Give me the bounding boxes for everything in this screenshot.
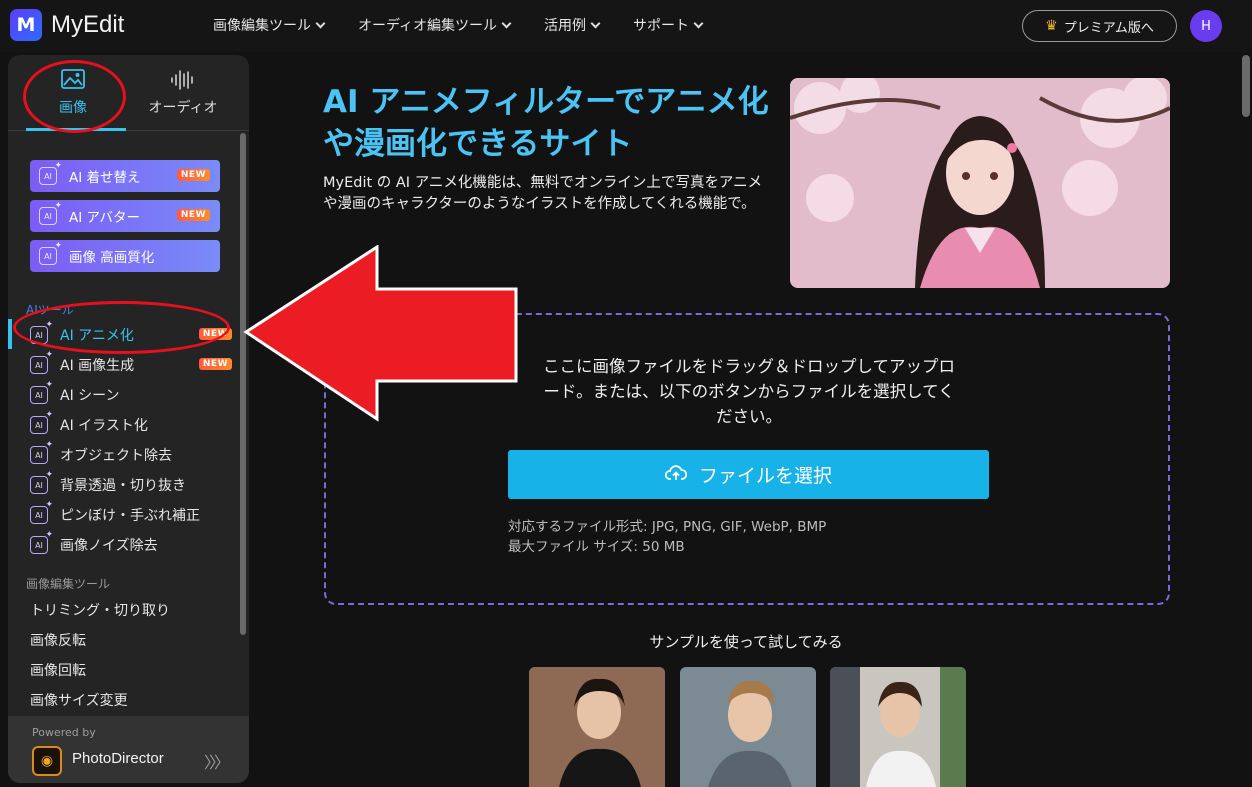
nav-label: 画像編集ツール [213, 18, 311, 34]
ai-sparkle-icon: AI [39, 201, 62, 225]
sidebar-item-ai-scene[interactable]: AI AI シーン [30, 380, 230, 407]
chevron-down-icon [501, 18, 512, 28]
ai-sparkle-icon: AI [30, 470, 53, 494]
sidebar-item-label: 画像ノイズ除去 [60, 538, 158, 554]
powered-by-label: Powered by [32, 726, 96, 739]
myedit-logo[interactable]: M MyEdit [10, 9, 124, 41]
upload-instruction-text: ここに画像ファイルをドラッグ＆ドロップしてアップロード。または、以下のボタンから… [542, 357, 955, 426]
nav-label: サポート [633, 18, 690, 34]
nav-image-tools[interactable]: 画像編集ツール [213, 15, 326, 35]
hero-anime-image [790, 78, 1170, 288]
sidebar-item-label: AI 画像生成 [60, 358, 135, 374]
annotation-arrow-icon [243, 245, 518, 422]
max-file-size: 最大ファイル サイズ: 50 MB [508, 539, 685, 555]
page-description: MyEdit の AI アニメ化機能は、無料でオンライン上で写真をアニメや漫画の… [323, 175, 763, 212]
premium-button[interactable]: ♛ プレミアム版へ [1022, 10, 1177, 42]
chevron-down-icon [590, 18, 601, 28]
tab-audio[interactable]: オーディオ [128, 69, 238, 117]
sidebar-item-ai-illustration[interactable]: AI AI イラスト化 [30, 410, 230, 437]
edit-tools-section-label: 画像編集ツール [26, 577, 111, 591]
supported-formats: 対応するファイル形式: JPG, PNG, GIF, WebP, BMP [508, 519, 827, 535]
sidebar-item-label: ピンぼけ・手ぶれ補正 [60, 508, 200, 524]
sidebar-item-denoise[interactable]: AI 画像ノイズ除去 [30, 530, 230, 557]
ai-sparkle-icon: AI [30, 530, 53, 554]
premium-label: プレミアム版へ [1063, 20, 1154, 36]
main-nav: 画像編集ツール オーディオ編集ツール 活用例 サポート [213, 15, 704, 35]
sample-thumbnail[interactable] [830, 667, 966, 787]
samples-title: サンプルを使って試してみる [649, 633, 843, 651]
nav-use-cases[interactable]: 活用例 [544, 15, 601, 35]
sidebar-item-rotate[interactable]: 画像回転 [30, 660, 86, 680]
myedit-logo-icon: M [10, 9, 42, 41]
featured-upscale-button[interactable]: AI 画像 高画質化 [30, 240, 220, 272]
sample-thumbnail[interactable] [680, 667, 816, 787]
sidebar-item-deblur[interactable]: AI ピンぼけ・手ぶれ補正 [30, 500, 230, 527]
page-title: AI アニメフィルターでアニメ化や漫画化できるサイト [323, 84, 769, 162]
nav-label: 活用例 [544, 18, 587, 34]
powered-by-panel[interactable]: Powered by ◉ PhotoDirector 〉〉〉 [8, 716, 249, 783]
top-navigation: M MyEdit 画像編集ツール オーディオ編集ツール 活用例 サポート ♛ プ… [0, 0, 1252, 52]
select-file-label: ファイルを選択 [698, 465, 832, 487]
nav-support[interactable]: サポート [633, 15, 704, 35]
ai-sparkle-icon: AI [39, 241, 62, 265]
tab-label: オーディオ [148, 100, 218, 116]
sidebar-item-object-removal[interactable]: AI オブジェクト除去 [30, 440, 230, 467]
ai-sparkle-icon: AI [30, 500, 53, 524]
ai-sparkle-icon: AI [39, 161, 62, 185]
sidebar-item-label: AI シーン [60, 388, 120, 404]
featured-label: 画像 高画質化 [69, 250, 155, 266]
logo-text: MyEdit [51, 11, 125, 38]
sidebar-item-background-removal[interactable]: AI 背景透過・切り抜き [30, 470, 230, 497]
select-file-button[interactable]: ファイルを選択 [508, 450, 989, 499]
new-badge: NEW [176, 169, 210, 181]
sidebar: 画像 オーディオ AI AI 着せ替え NEW AI AI アバター NEW A… [8, 55, 249, 783]
nav-audio-tools[interactable]: オーディオ編集ツール [358, 15, 512, 35]
crown-icon: ♛ [1045, 18, 1058, 34]
sidebar-item-label: 背景透過・切り抜き [60, 478, 186, 494]
photodirector-name: PhotoDirector [72, 750, 164, 767]
ai-sparkle-icon: AI [30, 350, 53, 374]
photodirector-logo-icon: ◉ [32, 746, 62, 776]
annotation-circle-ai-anime [13, 301, 230, 354]
upload-meta: 対応するファイル形式: JPG, PNG, GIF, WebP, BMP 最大フ… [508, 517, 826, 557]
sidebar-item-resize[interactable]: 画像サイズ変更 [30, 690, 128, 710]
featured-ai-outfit-button[interactable]: AI AI 着せ替え NEW [30, 160, 220, 192]
featured-label: AI 着せ替え [69, 170, 141, 186]
chevron-down-icon [693, 18, 704, 28]
avatar[interactable]: H [1190, 10, 1222, 42]
sample-thumbnail[interactable] [529, 667, 665, 787]
new-badge: NEW [176, 209, 210, 221]
ai-sparkle-icon: AI [30, 410, 53, 434]
active-item-indicator [8, 319, 12, 349]
chevrons-right-icon: 〉〉〉 [204, 753, 230, 772]
ai-sparkle-icon: AI [30, 380, 53, 404]
sidebar-item-crop[interactable]: トリミング・切り取り [30, 600, 170, 620]
featured-label: AI アバター [69, 210, 140, 226]
sidebar-item-label: オブジェクト除去 [60, 448, 172, 464]
featured-ai-avatar-button[interactable]: AI AI アバター NEW [30, 200, 220, 232]
sidebar-item-ai-image-generation[interactable]: AI AI 画像生成 NEW [30, 350, 232, 377]
annotation-circle-image-tab [23, 60, 126, 133]
cloud-upload-icon [664, 464, 688, 486]
new-badge: NEW [198, 358, 232, 370]
sidebar-item-label: AI イラスト化 [60, 418, 148, 434]
page-scrollbar[interactable] [1242, 55, 1250, 117]
chevron-down-icon [315, 18, 326, 28]
waveform-icon [128, 69, 238, 97]
nav-label: オーディオ編集ツール [358, 18, 498, 34]
ai-sparkle-icon: AI [30, 440, 53, 464]
